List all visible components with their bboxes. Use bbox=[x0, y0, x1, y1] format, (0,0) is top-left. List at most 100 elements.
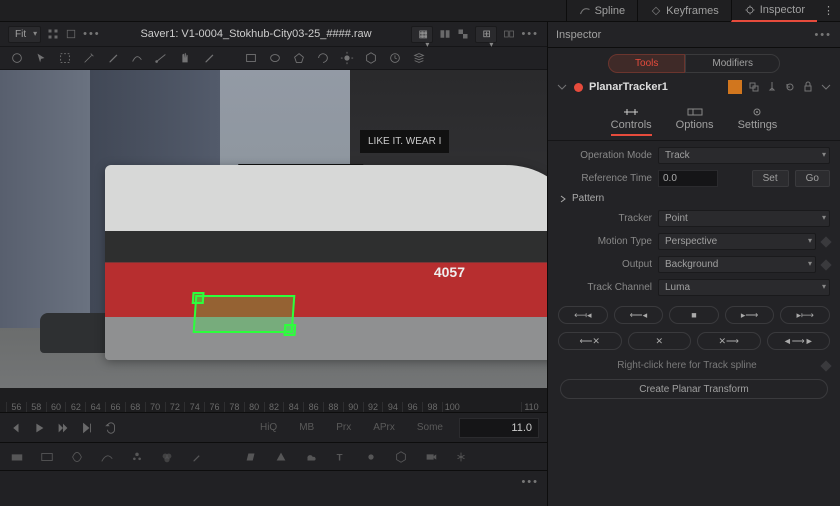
play-forward-icon[interactable] bbox=[56, 421, 70, 435]
tab-inspector[interactable]: Inspector bbox=[731, 0, 817, 22]
hiq-toggle[interactable]: HiQ bbox=[254, 420, 283, 435]
some-toggle[interactable]: Some bbox=[411, 420, 449, 435]
ruler-tick: 98 bbox=[422, 402, 442, 412]
node-cube-icon[interactable] bbox=[394, 450, 408, 464]
node-emitter-icon[interactable] bbox=[454, 450, 468, 464]
versions-icon[interactable] bbox=[748, 81, 760, 93]
node-shape-icon[interactable] bbox=[274, 450, 288, 464]
more-icon[interactable]: ⋮ bbox=[817, 0, 840, 22]
bottom-more-icon[interactable]: ••• bbox=[521, 476, 539, 488]
channels-dropdown[interactable]: ⊞ bbox=[475, 26, 497, 43]
tab-modifiers[interactable]: Modifiers bbox=[685, 54, 780, 73]
keyframe-icon[interactable] bbox=[820, 236, 831, 247]
create-planar-transform-button[interactable]: Create Planar Transform bbox=[560, 379, 828, 399]
track-spline-hint[interactable]: Right-click here for Track spline bbox=[558, 356, 816, 375]
track-stop-button[interactable]: ■ bbox=[669, 306, 719, 324]
loop-icon[interactable] bbox=[104, 421, 118, 435]
node-colorcorrect-icon[interactable] bbox=[160, 450, 174, 464]
tab-settings[interactable]: Settings bbox=[738, 107, 778, 136]
display-mode-dropdown[interactable]: ▦ bbox=[411, 26, 433, 43]
output-select[interactable]: Background bbox=[658, 256, 816, 273]
tab-tools[interactable]: Tools bbox=[608, 54, 685, 73]
tool-select-rect-icon[interactable] bbox=[58, 51, 72, 65]
planar-tracker-overlay[interactable] bbox=[193, 295, 296, 333]
node-light-icon[interactable] bbox=[364, 450, 378, 464]
go-button[interactable]: Go bbox=[795, 170, 830, 187]
inspector-more-icon[interactable]: ••• bbox=[814, 29, 832, 41]
track-del-back-button[interactable]: ⟵✕ bbox=[558, 332, 622, 350]
track-forward-button[interactable]: ▸⟼ bbox=[780, 306, 830, 324]
node-paint-icon[interactable] bbox=[190, 450, 204, 464]
tool-wand-icon[interactable] bbox=[82, 51, 96, 65]
tab-options[interactable]: Options bbox=[676, 107, 714, 136]
grid-icon[interactable] bbox=[47, 28, 59, 40]
play-icon[interactable] bbox=[32, 421, 46, 435]
tool-clock-icon[interactable] bbox=[388, 51, 402, 65]
tool-ellipse-icon[interactable] bbox=[268, 51, 282, 65]
tool-pointer-icon[interactable] bbox=[34, 51, 48, 65]
node-curve-icon[interactable] bbox=[100, 450, 114, 464]
mb-toggle[interactable]: MB bbox=[293, 420, 320, 435]
track-channel-select[interactable]: Luma bbox=[658, 279, 830, 296]
viewer-more-right-icon[interactable]: ••• bbox=[521, 28, 539, 40]
tool-light-icon[interactable] bbox=[340, 51, 354, 65]
node-blur-icon[interactable] bbox=[130, 450, 144, 464]
chevron-down-icon[interactable] bbox=[556, 81, 568, 93]
tool-eyedrop-icon[interactable] bbox=[202, 51, 216, 65]
tool-hand-icon[interactable] bbox=[178, 51, 192, 65]
tracker-select[interactable]: Point bbox=[658, 210, 830, 227]
reset-icon[interactable] bbox=[784, 81, 796, 93]
node-camera-icon[interactable] bbox=[424, 450, 438, 464]
lock-icon[interactable] bbox=[802, 81, 814, 93]
row-pattern[interactable]: Pattern bbox=[558, 193, 830, 204]
node-cloud-icon[interactable] bbox=[304, 450, 318, 464]
timeline-ruler[interactable]: 5658606264666870727476788082848688909294… bbox=[0, 388, 547, 412]
chevron-down-icon[interactable] bbox=[820, 81, 832, 93]
prx-toggle[interactable]: Prx bbox=[330, 420, 357, 435]
node-3dpage-icon[interactable] bbox=[244, 450, 258, 464]
tool-toggle-icon[interactable] bbox=[10, 51, 24, 65]
node-mask-icon[interactable] bbox=[70, 450, 84, 464]
tool-stack-icon[interactable] bbox=[412, 51, 426, 65]
tab-options-label: Options bbox=[676, 119, 714, 131]
tab-controls[interactable]: Controls bbox=[611, 107, 652, 136]
node-bg-icon[interactable] bbox=[10, 450, 24, 464]
viewer-canvas[interactable]: FOREVER 21 LIKE IT. WEAR I 4057 bbox=[0, 70, 547, 388]
reference-time-input[interactable] bbox=[658, 170, 718, 187]
node-text-icon[interactable]: T bbox=[334, 450, 348, 464]
dual-view-icon[interactable] bbox=[503, 28, 515, 40]
tool-pen-icon[interactable] bbox=[106, 51, 120, 65]
keyframe-icon[interactable] bbox=[820, 360, 831, 371]
tab-keyframes-label: Keyframes bbox=[666, 5, 719, 17]
viewer-more-left-icon[interactable]: ••• bbox=[83, 28, 101, 40]
operation-mode-select[interactable]: Track bbox=[658, 147, 830, 164]
square-icon[interactable] bbox=[65, 28, 77, 40]
zoom-dropdown[interactable]: Fit bbox=[8, 26, 41, 43]
split-icon[interactable] bbox=[439, 28, 451, 40]
pin-icon[interactable] bbox=[766, 81, 778, 93]
track-step-button[interactable]: ◄⟶► bbox=[767, 332, 831, 350]
tool-mask-icon[interactable] bbox=[316, 51, 330, 65]
track-del-fwd-button[interactable]: ✕⟶ bbox=[697, 332, 761, 350]
tool-rect-icon[interactable] bbox=[244, 51, 258, 65]
set-button[interactable]: Set bbox=[752, 170, 789, 187]
motion-type-select[interactable]: Perspective bbox=[658, 233, 816, 250]
tab-keyframes[interactable]: Keyframes bbox=[637, 0, 731, 22]
keyframe-icon[interactable] bbox=[820, 259, 831, 270]
node-color-swatch[interactable] bbox=[728, 80, 742, 94]
checker-icon[interactable] bbox=[457, 28, 469, 40]
go-end-icon[interactable] bbox=[80, 421, 94, 435]
track-del-button[interactable]: ✕ bbox=[628, 332, 692, 350]
tab-spline[interactable]: Spline bbox=[566, 0, 638, 22]
track-step-fwd-button[interactable]: ▸⟶ bbox=[725, 306, 775, 324]
go-start-icon[interactable] bbox=[8, 421, 22, 435]
track-step-back-button[interactable]: ⟵◂ bbox=[614, 306, 664, 324]
tool-curve-icon[interactable] bbox=[130, 51, 144, 65]
node-frame-icon[interactable] bbox=[40, 450, 54, 464]
tool-polygon-icon[interactable] bbox=[292, 51, 306, 65]
tool-3d-icon[interactable] bbox=[364, 51, 378, 65]
aprx-toggle[interactable]: APrx bbox=[367, 420, 401, 435]
tool-path-icon[interactable] bbox=[154, 51, 168, 65]
time-field[interactable]: 11.0 bbox=[459, 418, 539, 438]
track-rewind-button[interactable]: ⟻◂ bbox=[558, 306, 608, 324]
